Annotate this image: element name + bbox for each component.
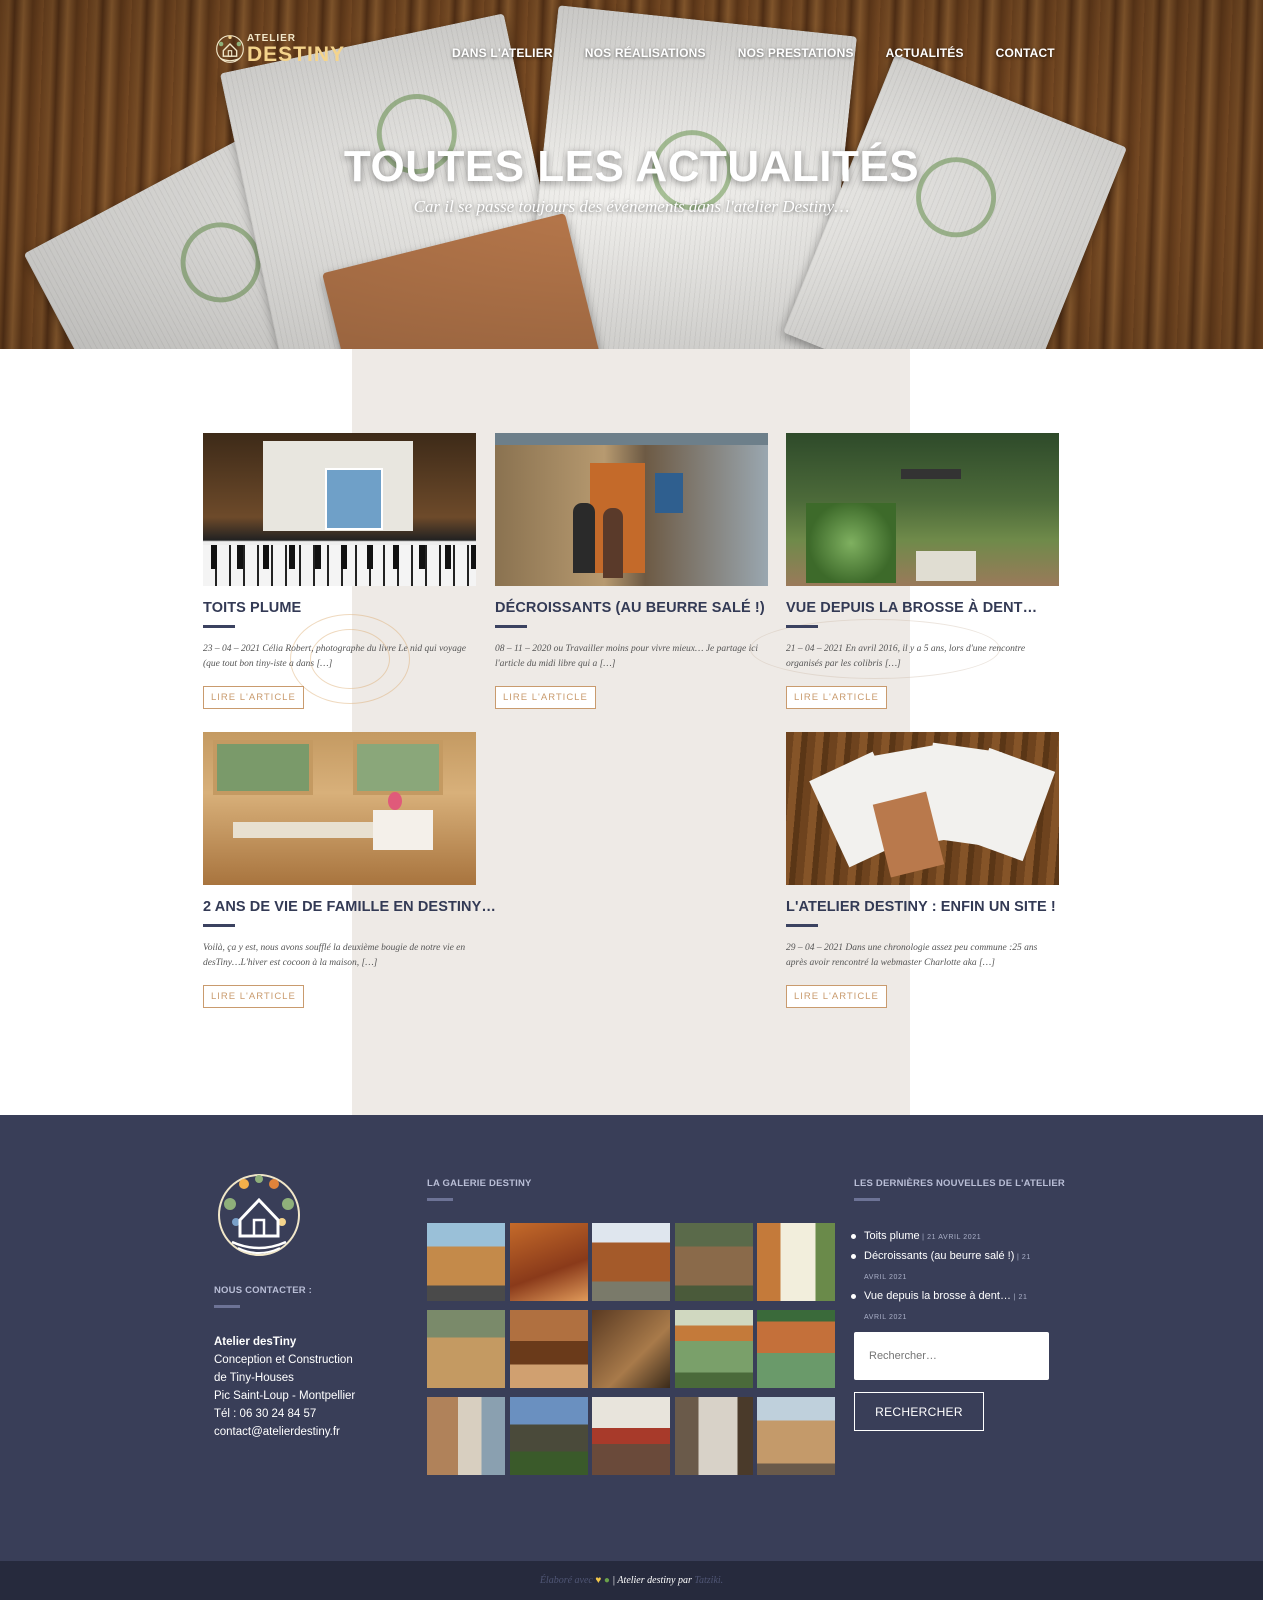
search-button[interactable]: RECHERCHER [854, 1392, 984, 1431]
logo-big-text: DESTINY [246, 42, 345, 66]
gallery-heading: LA GALERIE DESTINY [427, 1178, 532, 1189]
contact-line: de Tiny-Houses [214, 1372, 294, 1384]
news-item: Vue depuis la brosse à dent… | 21 AVRIL … [851, 1287, 1039, 1327]
read-article-button[interactable]: LIRE L'ARTICLE [203, 985, 304, 1008]
nav-nos-realisations[interactable]: NOS RÉALISATIONS [585, 46, 706, 60]
contact-phone[interactable]: Tél : 06 30 24 84 57 [214, 1405, 355, 1423]
gallery-thumbnail[interactable] [592, 1397, 670, 1475]
news-list: Toits plume | 21 AVRIL 2021 Décroissants… [851, 1227, 1039, 1327]
post-card: L'ATELIER DESTINY : ENFIN UN SITE ! 29 –… [786, 732, 1059, 1008]
post-excerpt: 08 – 11 – 2020 ou Travailler moins pour … [495, 644, 759, 669]
read-article-button[interactable]: LIRE L'ARTICLE [203, 686, 304, 709]
post-thumbnail-piano-book[interactable] [203, 433, 476, 586]
gallery-thumbnail[interactable] [674, 1397, 753, 1475]
gallery-grid [427, 1223, 835, 1475]
site-logo[interactable]: ATELIER DESTINY [215, 20, 345, 78]
title-underline [786, 924, 818, 927]
gallery-thumbnail[interactable] [674, 1310, 753, 1388]
read-article-button[interactable]: LIRE L'ARTICLE [495, 686, 596, 709]
logo-small-text: ATELIER [246, 32, 297, 44]
post-title[interactable]: 2 ANS DE VIE DE FAMILLE EN DESTINY… [203, 899, 496, 915]
contact-heading: NOUS CONTACTER : [214, 1285, 313, 1296]
news-item: Toits plume | 21 AVRIL 2021 [851, 1227, 1039, 1247]
post-card: 2 ANS DE VIE DE FAMILLE EN DESTINY… Voil… [203, 732, 496, 1008]
credits-bar: Élaboré avec ♥ ● | Atelier destiny par T… [0, 1561, 1263, 1600]
gallery-thumbnail[interactable] [509, 1310, 588, 1388]
nav-contact[interactable]: CONTACT [996, 46, 1055, 60]
heading-underline [214, 1305, 240, 1308]
credits-author-link[interactable]: Tatziki. [694, 1575, 723, 1586]
post-excerpt: Voilà, ça y est, nous avons soufflé la d… [203, 943, 466, 968]
search-input[interactable] [854, 1332, 1049, 1380]
news-link[interactable]: Vue depuis la brosse à dent… [864, 1290, 1011, 1302]
page-subtitle: Car il se passe toujours des événements … [413, 197, 850, 216]
read-article-button[interactable]: LIRE L'ARTICLE [786, 686, 887, 709]
read-article-button[interactable]: LIRE L'ARTICLE [786, 985, 887, 1008]
post-title[interactable]: DÉCROISSANTS (AU BEURRE SALÉ !) [495, 600, 768, 616]
gallery-thumbnail[interactable] [427, 1310, 505, 1388]
gallery-thumbnail[interactable] [757, 1223, 835, 1301]
nav-dans-latelier[interactable]: DANS L'ATELIER [452, 46, 553, 60]
house-logo-icon [216, 35, 244, 63]
gallery-thumbnail[interactable] [509, 1397, 588, 1475]
gallery-thumbnail[interactable] [757, 1310, 835, 1388]
post-title[interactable]: TOITS PLUME [203, 600, 476, 616]
post-excerpt: 21 – 04 – 2021 En avril 2016, il y a 5 a… [786, 644, 1026, 669]
gallery-thumbnail[interactable] [674, 1223, 753, 1301]
gallery-thumbnail[interactable] [757, 1397, 835, 1475]
credits-site: | Atelier destiny par [612, 1575, 692, 1586]
site-footer: NOUS CONTACTER : Atelier desTiny Concept… [0, 1115, 1263, 1561]
contact-info: Atelier desTiny Conception et Constructi… [214, 1333, 355, 1441]
post-thumbnail-business-cards[interactable] [786, 732, 1059, 885]
main-nav: DANS L'ATELIER NOS RÉALISATIONS NOS PRES… [452, 46, 1055, 60]
post-card: TOITS PLUME 23 – 04 – 2021 Célia Robert,… [203, 433, 476, 709]
title-underline [203, 924, 235, 927]
gallery-thumbnail[interactable] [509, 1223, 588, 1301]
contact-address: Pic Saint-Loup - Montpellier [214, 1390, 356, 1402]
hero-banner: ATELIER DESTINY DANS L'ATELIER NOS RÉALI… [0, 0, 1263, 349]
news-date: 21 AVRIL 2021 [927, 1234, 982, 1241]
post-card: DÉCROISSANTS (AU BEURRE SALÉ !) 08 – 11 … [495, 433, 768, 709]
credits-made-with: Élaboré avec [539, 1575, 593, 1586]
news-link[interactable]: Décroissants (au beurre salé !) [864, 1250, 1014, 1262]
post-excerpt: 29 – 04 – 2021 Dans une chronologie asse… [786, 943, 1038, 968]
contact-email[interactable]: contact@atelierdestiny.fr [214, 1423, 355, 1441]
news-link[interactable]: Toits plume [864, 1230, 920, 1242]
news-heading: LES DERNIÈRES NOUVELLES DE L'ATELIER [854, 1178, 1065, 1189]
post-thumbnail-family-kitchen[interactable] [203, 732, 476, 885]
gallery-thumbnail[interactable] [592, 1223, 670, 1301]
gallery-thumbnail[interactable] [427, 1223, 505, 1301]
post-thumbnail-tiny-house-door[interactable] [495, 433, 768, 586]
news-item: Décroissants (au beurre salé !) | 21 AVR… [851, 1247, 1039, 1287]
heading-underline [427, 1198, 453, 1201]
title-underline [786, 625, 818, 628]
gallery-thumbnail[interactable] [592, 1310, 670, 1388]
post-thumbnail-garden-view[interactable] [786, 433, 1059, 586]
post-title[interactable]: VUE DEPUIS LA BROSSE À DENT… [786, 600, 1059, 616]
title-underline [203, 625, 235, 628]
heart-icon: ♥ [595, 1575, 602, 1586]
post-title[interactable]: L'ATELIER DESTINY : ENFIN UN SITE ! [786, 899, 1059, 915]
posts-section: TOITS PLUME 23 – 04 – 2021 Célia Robert,… [0, 349, 1263, 1115]
house-logo-icon [218, 1174, 300, 1256]
nav-actualites[interactable]: ACTUALITÉS [886, 46, 964, 60]
page-title: TOUTES LES ACTUALITÉS [343, 142, 920, 191]
post-excerpt: 23 – 04 – 2021 Célia Robert, photographe… [203, 644, 466, 669]
company-name: Atelier desTiny [214, 1336, 297, 1348]
leaf-icon: ● [603, 1575, 610, 1586]
nav-nos-prestations[interactable]: NOS PRESTATIONS [738, 46, 854, 60]
title-underline [495, 625, 527, 628]
post-card: VUE DEPUIS LA BROSSE À DENT… 21 – 04 – 2… [786, 433, 1059, 709]
gallery-thumbnail[interactable] [427, 1397, 505, 1475]
contact-line: Conception et Construction [214, 1354, 353, 1366]
heading-underline [854, 1198, 880, 1201]
